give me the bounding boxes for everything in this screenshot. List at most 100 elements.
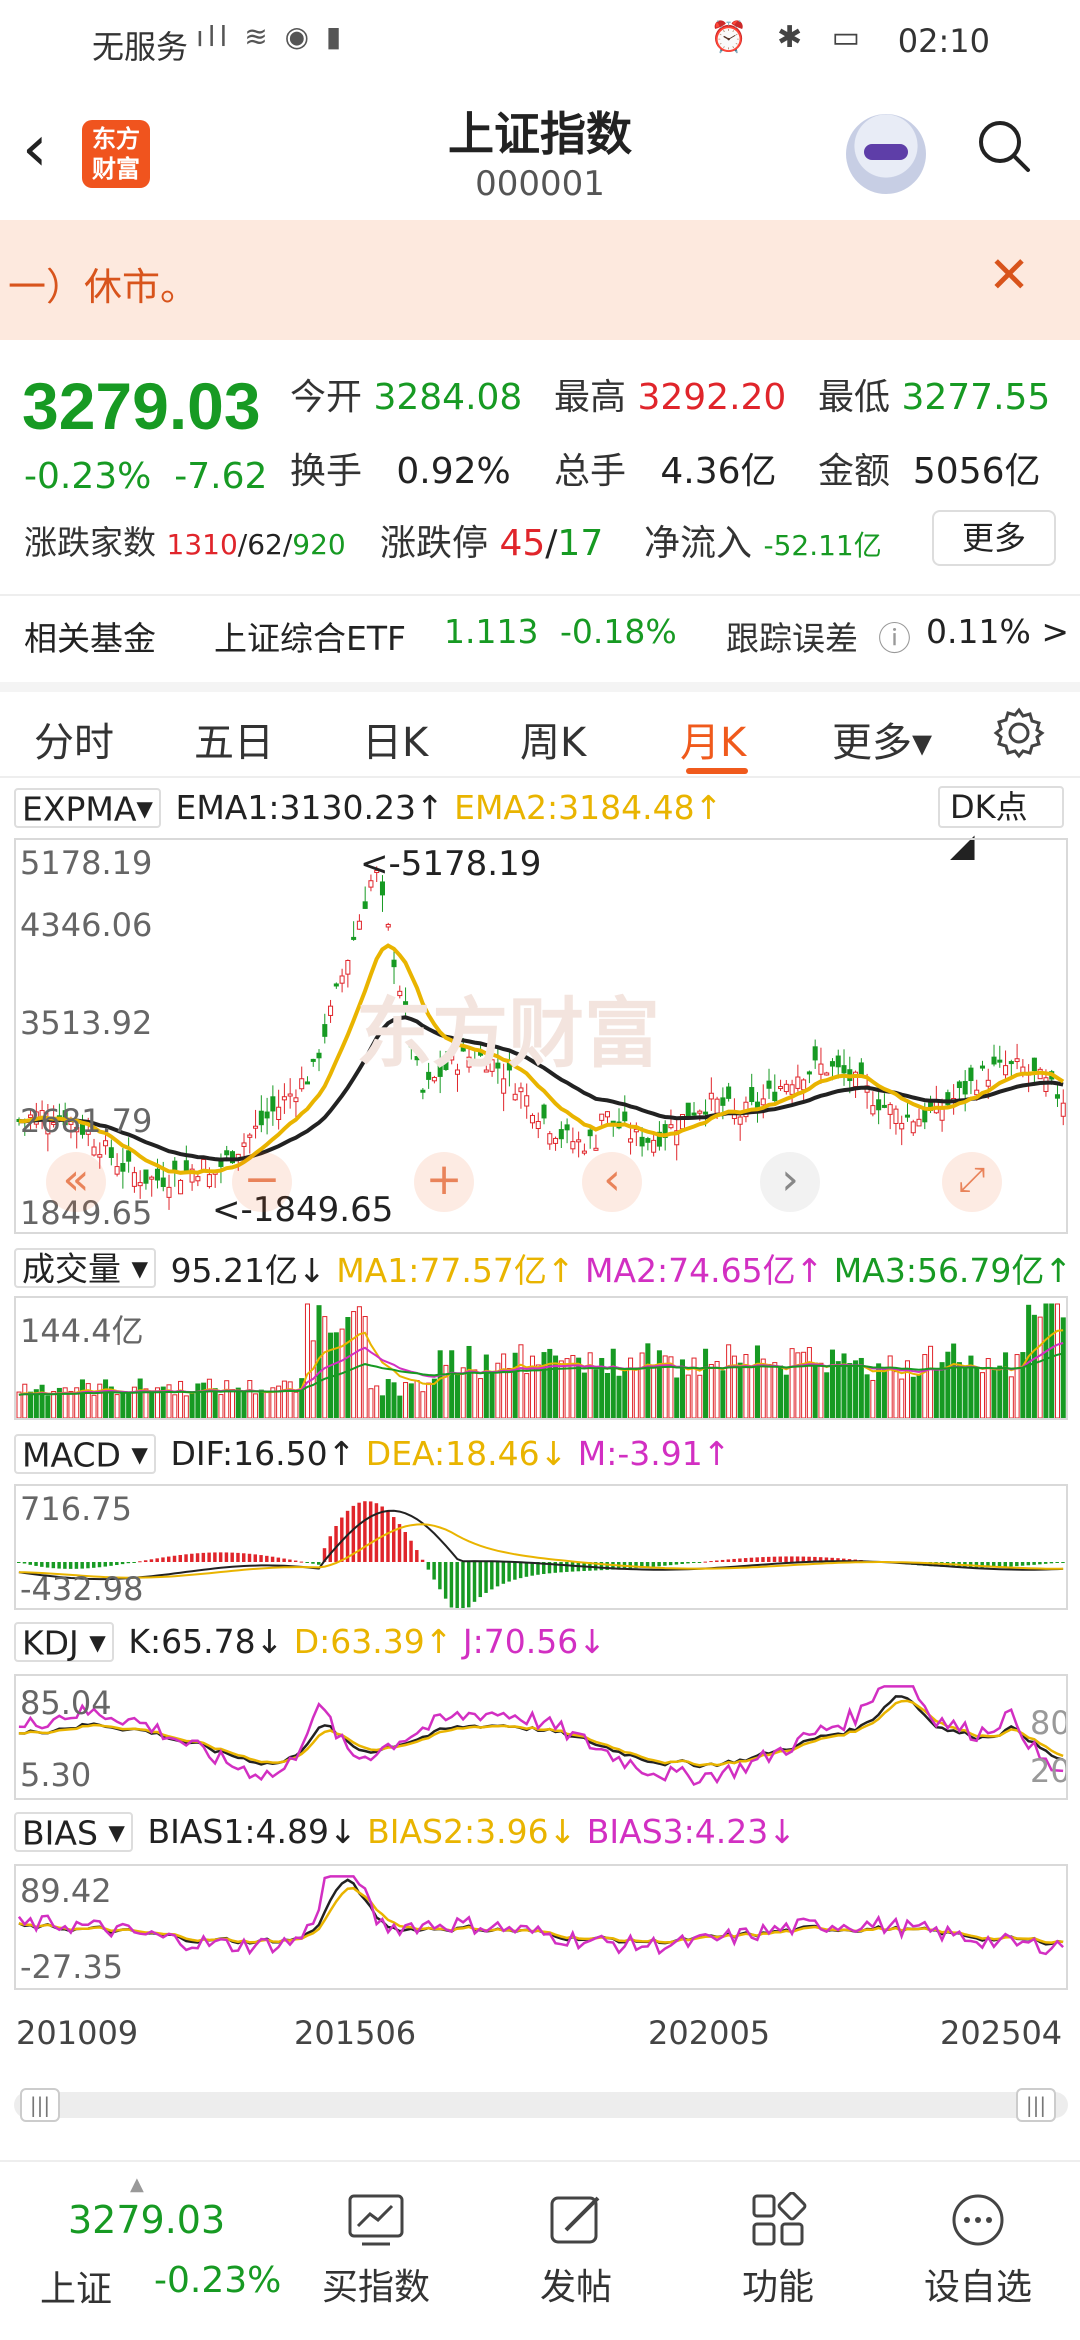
candle (253, 1125, 259, 1129)
macd-bar (1032, 1562, 1036, 1565)
fullscreen-icon[interactable]: ⤢ (942, 1152, 1002, 1212)
tab-monthly-k[interactable]: 月K (680, 710, 746, 768)
candle (183, 1160, 189, 1171)
volume-bar (385, 1379, 391, 1418)
tab-five-day[interactable]: 五日 (194, 710, 274, 768)
volume-bar (241, 1391, 247, 1418)
tab-more[interactable]: 更多▾ (832, 710, 932, 768)
expand-arrow-icon[interactable]: ▲ (130, 2174, 144, 2195)
macd-bar (438, 1562, 442, 1590)
macd-chart[interactable]: 716.75 -432.98 (14, 1484, 1068, 1610)
candle (870, 1105, 876, 1115)
macd-bar (184, 1554, 188, 1562)
macd-bar (368, 1501, 373, 1562)
macd-bar (86, 1562, 90, 1569)
macd-bar (1043, 1562, 1048, 1564)
macd-bar (1026, 1562, 1031, 1566)
more-button[interactable]: 更多 (932, 510, 1056, 566)
macd-bar (755, 1557, 759, 1562)
macd-bar (276, 1557, 281, 1562)
macd-bar (253, 1554, 257, 1562)
candle (789, 1084, 795, 1095)
range-scrollbar[interactable] (14, 2092, 1068, 2118)
macd-bar (190, 1553, 194, 1562)
volume-bar (524, 1373, 530, 1418)
y-tick: 5.30 (20, 1756, 92, 1794)
macd-bar (559, 1562, 563, 1573)
help-icon[interactable]: ⓘ (878, 612, 911, 660)
macd-bar (74, 1562, 79, 1569)
range-handle-right[interactable]: ||| (1016, 2088, 1056, 2122)
related-fund-row[interactable]: 相关基金 上证综合ETF 1.113 -0.18% 跟踪误差 ⓘ 0.11% > (0, 594, 1080, 670)
kline-chart[interactable]: 东方财富 5178.19 4346.06 3513.92 2681.79 184… (14, 838, 1068, 1234)
search-icon[interactable] (976, 118, 1032, 174)
macd-bar (149, 1559, 154, 1562)
bias-indicator-selector[interactable]: BIAS ▾ (14, 1811, 133, 1852)
volume-bar (449, 1350, 455, 1418)
macd-indicator-selector[interactable]: MACD ▾ (14, 1433, 156, 1474)
x-tick: 201009 (16, 2014, 139, 2052)
volume-bar (587, 1352, 593, 1418)
zoom-in-icon[interactable]: + (414, 1152, 474, 1212)
candle (120, 1163, 126, 1172)
volume-bar (893, 1371, 899, 1418)
bias-chart[interactable]: 89.42 -27.35 (14, 1864, 1068, 1990)
volume-bar (103, 1379, 109, 1418)
candle (143, 1169, 149, 1184)
macd-bar (293, 1560, 298, 1562)
volume-bar (535, 1364, 541, 1418)
volume-bar (137, 1378, 143, 1418)
volume-chart[interactable]: 144.4亿 (14, 1296, 1068, 1420)
clock: 02:10 (897, 22, 990, 60)
gear-icon[interactable] (992, 706, 1046, 760)
volume-bar (974, 1367, 980, 1418)
candle (801, 1079, 807, 1091)
functions-button[interactable]: 功能 (708, 2176, 848, 2310)
candle (899, 1122, 905, 1130)
next-icon[interactable]: › (760, 1152, 820, 1212)
signal-wifi-icons: ıll ≋ ◉ ▮ (196, 20, 346, 53)
macd-bar (651, 1562, 656, 1567)
kdj-chart[interactable]: 85.04 5.30 80 20 (14, 1674, 1068, 1800)
macd-dif-line (18, 1509, 1064, 1581)
close-icon[interactable]: ✕ (988, 246, 1030, 304)
tab-weekly-k[interactable]: 周K (520, 710, 586, 768)
macd-bar (299, 1561, 304, 1563)
macd-bar (45, 1562, 50, 1568)
macd-bar (80, 1562, 84, 1569)
candle (201, 1159, 207, 1171)
rewind-icon[interactable]: « (46, 1152, 106, 1212)
dk-point-button[interactable]: DK点 ◢ (938, 786, 1064, 864)
bottom-price[interactable]: 3279.03 (68, 2198, 225, 2242)
candle (708, 1092, 714, 1100)
main-indicator-selector[interactable]: EXPMA▾ (14, 787, 161, 828)
x-tick: 202005 (648, 2014, 771, 2052)
range-handle-left[interactable]: ||| (20, 2088, 60, 2122)
add-watchlist-button[interactable]: 设自选 (908, 2176, 1048, 2310)
candle (328, 1005, 334, 1016)
tab-intraday[interactable]: 分时 (34, 710, 114, 768)
zoom-out-icon[interactable]: − (232, 1152, 292, 1212)
macd-bar (513, 1562, 517, 1580)
candle (558, 1129, 564, 1140)
volume-indicator-selector[interactable]: 成交量 ▾ (14, 1248, 157, 1288)
assistant-robot-icon[interactable] (846, 114, 926, 194)
kdj-indicator-selector[interactable]: KDJ ▾ (14, 1621, 114, 1662)
post-button[interactable]: 发帖 (506, 2176, 646, 2310)
volume-bar (478, 1378, 484, 1418)
notice-banner[interactable]: 一）休市。 ✕ (0, 220, 1080, 340)
candle (1031, 1057, 1037, 1072)
volume-value: 95.21亿↓ (170, 1251, 326, 1290)
macd-bar (126, 1562, 131, 1564)
buy-index-button[interactable]: 买指数 (306, 2176, 446, 2310)
y-tick: 3513.92 (20, 1004, 153, 1042)
volume-bar (939, 1362, 945, 1418)
bottom-change: -0.23% (154, 2260, 282, 2301)
bias-legend: BIAS ▾ BIAS1:4.89↓ BIAS2:3.96↓ BIAS3:4.2… (14, 1810, 796, 1854)
prev-icon[interactable]: ‹ (582, 1152, 642, 1212)
macd-bar (490, 1562, 494, 1590)
macd-bar (674, 1562, 679, 1565)
macd-bar (409, 1540, 413, 1562)
tab-daily-k[interactable]: 日K (362, 710, 428, 768)
volume-bar (656, 1350, 662, 1418)
